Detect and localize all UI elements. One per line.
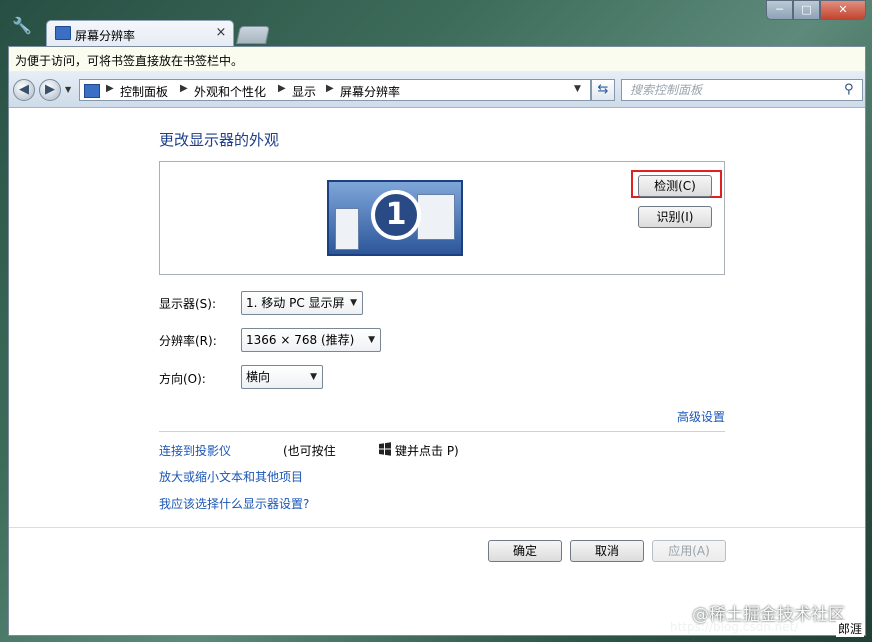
monitor-icon xyxy=(55,26,71,40)
orientation-select-value: 横向 xyxy=(246,370,271,384)
page-title: 更改显示器的外观 xyxy=(159,131,280,149)
breadcrumb-display[interactable]: 显示 xyxy=(292,83,316,100)
projector-hint-text: (也可按住 xyxy=(283,444,336,458)
new-tab-button[interactable] xyxy=(236,26,270,44)
watermark: @稀土掘金技术社区 xyxy=(692,605,845,625)
windows-key-icon xyxy=(379,442,391,456)
cancel-button[interactable]: 取消 xyxy=(570,540,644,562)
detect-button[interactable]: 检测(C) xyxy=(638,175,712,197)
advanced-settings-link[interactable]: 高级设置 xyxy=(677,408,725,425)
tab-title: 屏幕分辨率 xyxy=(75,29,136,43)
close-window-button[interactable]: ✕ xyxy=(820,0,866,20)
connect-projector-link[interactable]: 连接到投影仪 xyxy=(159,442,231,459)
window: 为便于访问，可将书签直接放在书签栏中。 ◀ ▶ ▼ ▶ 控制面板 ▶ 外观和个性… xyxy=(8,46,866,636)
projector-hint-text-end: 键并点击 P) xyxy=(395,444,459,458)
resolution-label: 分辨率(R): xyxy=(159,334,217,348)
identify-button[interactable]: 识别(I) xyxy=(638,206,712,228)
breadcrumb-appearance[interactable]: 外观和个性化 xyxy=(194,83,266,100)
breadcrumb-screen-resolution[interactable]: 屏幕分辨率 xyxy=(340,83,400,100)
maximize-button[interactable]: □ xyxy=(793,0,820,20)
ok-button[interactable]: 确定 xyxy=(488,540,562,562)
display-settings-help-link[interactable]: 我应该选择什么显示器设置? xyxy=(159,495,309,512)
resolution-select-value: 1366 × 768 (推荐) xyxy=(246,333,355,347)
display-preview: 1 检测(C) 识别(I) xyxy=(159,161,725,275)
dropdown-arrow-icon: ▼ xyxy=(368,335,375,345)
monitor-number: 1 xyxy=(371,190,421,240)
address-history-dropdown-icon[interactable]: ▼ xyxy=(574,84,581,94)
breadcrumb-separator-icon[interactable]: ▶ xyxy=(180,83,188,94)
corner-text: 郎涯 xyxy=(836,620,865,637)
monitor-window-icon xyxy=(335,208,359,250)
breadcrumb-separator-icon[interactable]: ▶ xyxy=(106,83,114,94)
search-input[interactable] xyxy=(630,83,830,97)
refresh-icon[interactable]: ⇆ xyxy=(591,79,615,101)
monitor-window-icon xyxy=(417,194,455,240)
orientation-label: 方向(O): xyxy=(159,372,206,386)
control-panel-icon xyxy=(84,84,100,98)
forward-button[interactable]: ▶ xyxy=(39,79,61,101)
orientation-select[interactable]: 横向 ▼ xyxy=(241,365,323,389)
search-box[interactable]: ⚲ xyxy=(621,79,863,101)
display-select-value: 1. 移动 PC 显示屏 xyxy=(246,296,345,310)
navigation-bar: ◀ ▶ ▼ ▶ 控制面板 ▶ 外观和个性化 ▶ 显示 ▶ 屏幕分辨率 ▼ ⇆ ⚲ xyxy=(9,71,865,108)
display-select[interactable]: 1. 移动 PC 显示屏 ▼ xyxy=(241,291,363,315)
breadcrumb-control-panel[interactable]: 控制面板 xyxy=(120,83,168,100)
divider xyxy=(159,431,725,432)
dropdown-arrow-icon: ▼ xyxy=(350,298,357,308)
minimize-button[interactable]: ─ xyxy=(766,0,793,20)
text-size-link[interactable]: 放大或缩小文本和其他项目 xyxy=(159,468,303,485)
divider xyxy=(9,527,865,528)
dropdown-arrow-icon: ▼ xyxy=(310,372,317,382)
breadcrumb-separator-icon[interactable]: ▶ xyxy=(278,83,286,94)
apply-button[interactable]: 应用(A) xyxy=(652,540,726,562)
monitor-1[interactable]: 1 xyxy=(327,180,463,256)
infobar-text: 为便于访问，可将书签直接放在书签栏中。 xyxy=(15,54,244,68)
wrench-icon[interactable]: 🔧 xyxy=(12,16,32,36)
back-button[interactable]: ◀ xyxy=(13,79,35,101)
breadcrumb-separator-icon[interactable]: ▶ xyxy=(326,83,334,94)
browser-chrome: 🔧 屏幕分辨率 × ─ □ ✕ xyxy=(0,0,872,46)
tab-screen-resolution[interactable]: 屏幕分辨率 × xyxy=(46,20,234,46)
recent-pages-dropdown-icon[interactable]: ▼ xyxy=(65,85,71,94)
resolution-select[interactable]: 1366 × 768 (推荐) ▼ xyxy=(241,328,381,352)
bookmark-infobar: 为便于访问，可将书签直接放在书签栏中。 xyxy=(9,47,865,72)
address-bar[interactable]: ▶ 控制面板 ▶ 外观和个性化 ▶ 显示 ▶ 屏幕分辨率 ▼ xyxy=(79,79,591,101)
search-icon[interactable]: ⚲ xyxy=(844,82,854,97)
display-label: 显示器(S): xyxy=(159,297,217,311)
tab-close-button[interactable]: × xyxy=(213,25,229,41)
